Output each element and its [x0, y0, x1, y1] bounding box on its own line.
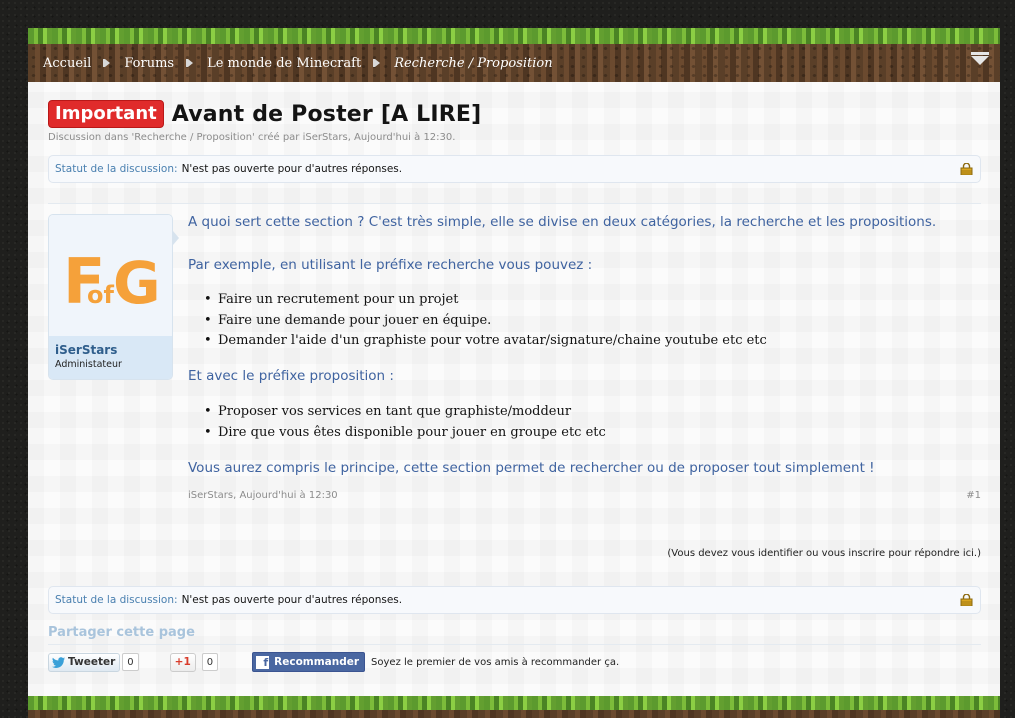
list-item: Dire que vous êtes disponible pour jouer… [188, 425, 606, 446]
card-arrow [173, 231, 179, 245]
post-intro: A quoi sert cette section ? C'est très s… [188, 214, 937, 230]
avatar-logo-icon: F of G [63, 245, 159, 305]
breadcrumb-current[interactable]: Recherche / Proposition [394, 56, 552, 71]
thread-status-bottom: Statut de la discussion: N'est pas ouver… [48, 586, 981, 614]
status-label: Statut de la discussion: [55, 594, 178, 606]
tweet-label: Tweeter [68, 656, 116, 668]
twitter-bird-icon [52, 656, 65, 668]
breadcrumb-home[interactable]: Accueil [43, 56, 91, 71]
divider [48, 644, 981, 645]
breadcrumb-minecraft[interactable]: Le monde de Minecraft [207, 56, 361, 71]
prefix-badge: Important [48, 100, 164, 128]
svg-text:G: G [113, 249, 159, 305]
post-footer: iSerStars, Aujourd'hui à 12:30 #1 [188, 490, 981, 501]
grass-border-bottom [28, 696, 1000, 718]
tweet-button[interactable]: Tweeter [48, 652, 121, 672]
facebook-social-text: Soyez le premier de vos amis à recommand… [371, 656, 620, 668]
lock-icon [960, 594, 973, 606]
breadcrumb-separator-icon [188, 59, 194, 67]
proposition-list: Proposer vos services en tant que graphi… [188, 404, 606, 445]
navbar: Accueil Forums Le monde de Minecraft Rec… [28, 28, 1000, 82]
list-item: Demander l'aide d'un graphiste pour votr… [188, 333, 767, 354]
svg-text:of: of [87, 281, 114, 305]
post-permalink[interactable]: #1 [966, 490, 981, 501]
gplus-label: +1 [174, 656, 191, 668]
post-example: Par exemple, en utilisant le préfixe rec… [188, 257, 593, 273]
thread-status-top: Statut de la discussion: N'est pas ouver… [48, 155, 981, 183]
tweet-count: 0 [122, 653, 139, 671]
breadcrumb-forums[interactable]: Forums [124, 56, 174, 71]
status-value: N'est pas ouverte pour d'autres réponses… [181, 163, 403, 175]
list-item: Proposer vos services en tant que graphi… [188, 404, 606, 425]
share-title: Partager cette page [48, 625, 195, 640]
login-note[interactable]: (Vous devez vous identifier ou vous insc… [667, 548, 981, 559]
post-proposition: Et avec le préfixe proposition : [188, 368, 394, 384]
jump-menu-icon[interactable] [971, 52, 989, 65]
facebook-label: Recommander [274, 656, 360, 668]
thread-meta: Discussion dans 'Recherche / Proposition… [48, 132, 456, 143]
search-list: Faire un recrutement pour un projet Fair… [188, 292, 767, 354]
author-title: Administateur [55, 359, 122, 370]
thread-header: Important Avant de Poster [A LIRE] [48, 100, 481, 128]
gplus-button[interactable]: +1 [169, 652, 196, 672]
list-item: Faire un recrutement pour un projet [188, 292, 767, 313]
page-title: Avant de Poster [A LIRE] [171, 101, 482, 127]
avatar[interactable]: F of G [49, 215, 172, 336]
list-item: Faire une demande pour jouer en équipe. [188, 313, 767, 334]
share-buttons: Tweeter 0 +1 0 f Recommander Soyez le pr… [48, 652, 619, 672]
lock-icon [960, 163, 973, 175]
breadcrumb: Accueil Forums Le monde de Minecraft Rec… [43, 54, 553, 72]
forum-frame: Accueil Forums Le monde de Minecraft Rec… [28, 28, 1000, 718]
facebook-icon: f [256, 655, 270, 669]
post-date[interactable]: iSerStars, Aujourd'hui à 12:30 [188, 490, 338, 501]
grass-border-top [28, 28, 1000, 44]
author-name[interactable]: iSerStars [55, 343, 172, 357]
author-info: iSerStars Administateur [49, 336, 172, 379]
breadcrumb-separator-icon [105, 59, 111, 67]
author-card: F of G iSerStars Administateur [48, 214, 173, 380]
post-conclusion: Vous aurez compris le principe, cette se… [188, 460, 875, 476]
divider [48, 203, 981, 204]
facebook-recommend-button[interactable]: f Recommander [252, 652, 366, 672]
gplus-count: 0 [201, 653, 219, 671]
status-label: Statut de la discussion: [55, 163, 178, 175]
status-value: N'est pas ouverte pour d'autres réponses… [181, 594, 403, 606]
breadcrumb-separator-icon [375, 59, 381, 67]
